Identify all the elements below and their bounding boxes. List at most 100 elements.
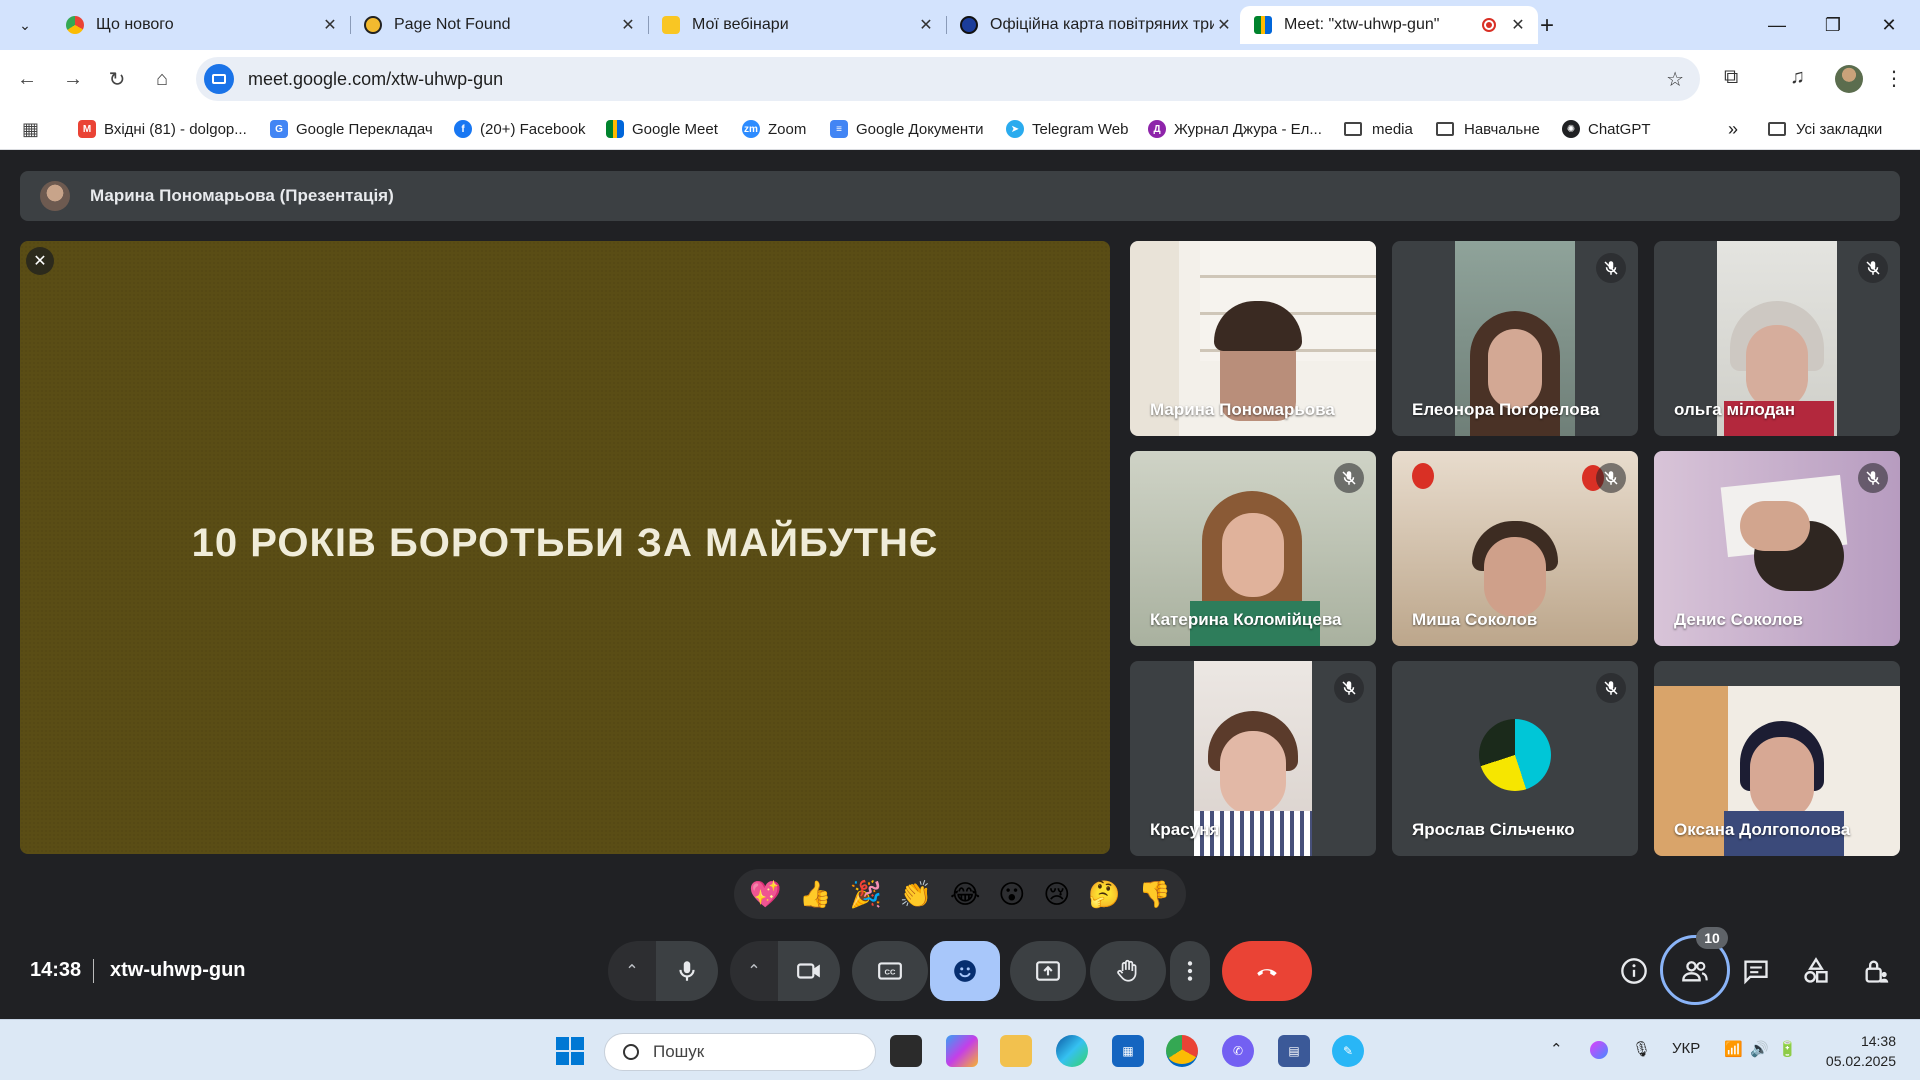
restore-button[interactable]: ❐ xyxy=(1810,10,1856,40)
forward-button[interactable]: → xyxy=(58,64,88,94)
bookmark-gmail[interactable]: M Вхідні (81) - dolgop... xyxy=(78,116,247,142)
extensions-icon[interactable]: ⧉ xyxy=(1724,66,1738,89)
volume-icon[interactable]: 🔊 xyxy=(1750,1040,1769,1058)
thinking-reaction[interactable]: 🤔 xyxy=(1088,879,1120,910)
divider xyxy=(93,959,94,983)
crying-reaction[interactable]: 😢 xyxy=(1043,879,1070,910)
close-icon[interactable]: ✕ xyxy=(1508,15,1528,35)
thumbs-down-reaction[interactable]: 👎 xyxy=(1139,879,1171,910)
taskbar-search[interactable]: Пошук xyxy=(604,1033,876,1071)
tab-whats-new[interactable]: Що нового ✕ xyxy=(52,6,350,44)
participant-tile[interactable]: ольга мілодан xyxy=(1654,241,1900,436)
minimize-button[interactable]: — xyxy=(1754,10,1800,40)
bookmark-folder-learning[interactable]: Навчальне xyxy=(1436,116,1540,142)
new-tab-button[interactable]: + xyxy=(1540,12,1554,40)
presentation-slide[interactable]: ✕ 10 РОКІВ БОРОТЬБИ ЗА МАЙБУТНЄ xyxy=(20,241,1110,854)
participant-tile[interactable]: Оксана Долгополова xyxy=(1654,661,1900,856)
microphone-tray-icon[interactable]: 🎙 xyxy=(1632,1040,1651,1058)
apps-button[interactable]: ▦ xyxy=(22,116,39,142)
tray-app-icon[interactable] xyxy=(1590,1041,1608,1059)
present-screen-button[interactable] xyxy=(1010,941,1086,1001)
copilot-icon[interactable] xyxy=(946,1035,978,1067)
camera-button[interactable] xyxy=(778,941,840,1001)
profile-avatar[interactable] xyxy=(1835,65,1863,93)
bookmark-dzhura-journal[interactable]: Д Журнал Джура - Ел... xyxy=(1148,116,1322,142)
laughing-reaction[interactable]: 😂 xyxy=(950,879,980,910)
bookmark-telegram-web[interactable]: ➤ Telegram Web xyxy=(1006,116,1128,142)
participant-tile[interactable]: Катерина Коломійцева xyxy=(1130,451,1376,646)
show-hidden-icons-icon[interactable]: ⌃ xyxy=(1550,1040,1563,1058)
viber-icon[interactable]: ✆ xyxy=(1222,1035,1254,1067)
participant-tile[interactable]: Марина Пономарьова xyxy=(1130,241,1376,436)
leave-call-button[interactable] xyxy=(1222,941,1312,1001)
participant-tile[interactable]: Красуня xyxy=(1130,661,1376,856)
participant-tile[interactable]: Елеонора Погорелова xyxy=(1392,241,1638,436)
more-bookmarks-button[interactable]: » xyxy=(1728,116,1738,142)
tab-my-webinars[interactable]: Мої вебінари ✕ xyxy=(648,6,946,44)
tab-google-meet[interactable]: Meet: "xtw-uhwp-gun" ✕ xyxy=(1240,6,1538,44)
surprised-reaction[interactable]: 😮 xyxy=(998,879,1025,910)
close-icon[interactable]: ✕ xyxy=(618,15,638,35)
paint-app-icon[interactable]: ✎ xyxy=(1332,1035,1364,1067)
close-icon[interactable]: ✕ xyxy=(1214,15,1234,35)
sparkling-heart-reaction[interactable]: 💖 xyxy=(749,879,781,910)
raise-hand-button[interactable] xyxy=(1090,941,1166,1001)
participant-tile[interactable]: Ярослав Сільченко xyxy=(1392,661,1638,856)
file-explorer-icon[interactable] xyxy=(1000,1035,1032,1067)
thumbs-up-reaction[interactable]: 👍 xyxy=(799,879,831,910)
party-popper-reaction[interactable]: 🎉 xyxy=(849,879,881,910)
close-window-button[interactable]: ✕ xyxy=(1866,10,1912,40)
media-controls-icon[interactable]: ♫ xyxy=(1790,66,1805,89)
menu-kebab-icon[interactable]: ⋮ xyxy=(1884,66,1904,91)
chrome-taskbar-icon[interactable] xyxy=(1166,1035,1198,1067)
participant-tile[interactable]: Денис Соколов xyxy=(1654,451,1900,646)
tab-air-raid-map[interactable]: Офіційна карта повітряних три ✕ xyxy=(946,6,1244,44)
bookmark-label: Google Перекладач xyxy=(296,120,433,138)
address-bar[interactable]: meet.google.com/xtw-uhwp-gun ☆ xyxy=(196,57,1700,101)
participant-tile[interactable]: Миша Соколов xyxy=(1392,451,1638,646)
audio-options-button[interactable]: ⌃ xyxy=(608,941,656,1001)
close-presentation-button[interactable]: ✕ xyxy=(26,247,54,275)
host-controls-button[interactable] xyxy=(1856,951,1896,991)
microsoft-store-icon[interactable]: ▦ xyxy=(1112,1035,1144,1067)
bookmark-google-translate[interactable]: G Google Перекладач xyxy=(270,116,433,142)
participant-count-badge: 10 xyxy=(1696,927,1728,949)
presenter-bar: Марина Пономарьова (Презентація) xyxy=(20,171,1900,221)
home-icon: ⌂ xyxy=(155,67,169,90)
edge-icon[interactable] xyxy=(1056,1035,1088,1067)
tab-search-button[interactable]: ⌄ xyxy=(8,10,42,40)
all-bookmarks-folder[interactable]: Усі закладки xyxy=(1768,116,1882,142)
reload-button[interactable]: ↻ xyxy=(102,64,132,94)
presentation-app-icon[interactable]: ▤ xyxy=(1278,1035,1310,1067)
activities-button[interactable] xyxy=(1796,951,1836,991)
star-icon[interactable]: ☆ xyxy=(1666,67,1684,92)
bookmark-chatgpt[interactable]: ✺ ChatGPT xyxy=(1562,116,1651,142)
wifi-icon[interactable]: 📶 xyxy=(1724,1040,1743,1058)
input-language-indicator[interactable]: УКР xyxy=(1672,1040,1700,1057)
battery-icon[interactable]: 🔋 xyxy=(1778,1040,1797,1058)
people-button[interactable] xyxy=(1675,951,1715,991)
home-button[interactable]: ⌂ xyxy=(147,64,177,94)
close-icon[interactable]: ✕ xyxy=(320,15,340,35)
bookmark-zoom[interactable]: zm Zoom xyxy=(742,116,806,142)
more-options-button[interactable] xyxy=(1170,941,1210,1001)
clapping-reaction[interactable]: 👏 xyxy=(900,879,932,910)
close-icon[interactable]: ✕ xyxy=(916,15,936,35)
video-options-button[interactable]: ⌃ xyxy=(730,941,778,1001)
system-clock[interactable]: 14:38 05.02.2025 xyxy=(1826,1031,1896,1071)
start-button[interactable] xyxy=(554,1035,586,1067)
chat-button[interactable] xyxy=(1736,951,1776,991)
microphone-button[interactable] xyxy=(656,941,718,1001)
back-button[interactable]: ← xyxy=(12,64,42,94)
bookmark-facebook[interactable]: f (20+) Facebook xyxy=(454,116,585,142)
bookmark-google-docs[interactable]: ≡ Google Документи xyxy=(830,116,983,142)
captions-button[interactable]: CC xyxy=(852,941,928,1001)
reactions-button[interactable] xyxy=(930,941,1000,1001)
bookmark-folder-media[interactable]: media xyxy=(1344,116,1413,142)
meeting-details-button[interactable] xyxy=(1614,951,1654,991)
bookmark-google-meet[interactable]: Google Meet xyxy=(606,116,718,142)
task-view-icon[interactable] xyxy=(890,1035,922,1067)
url-text[interactable]: meet.google.com/xtw-uhwp-gun xyxy=(248,69,503,90)
tab-page-not-found[interactable]: Page Not Found ✕ xyxy=(350,6,648,44)
meet-site-icon[interactable] xyxy=(204,64,234,94)
